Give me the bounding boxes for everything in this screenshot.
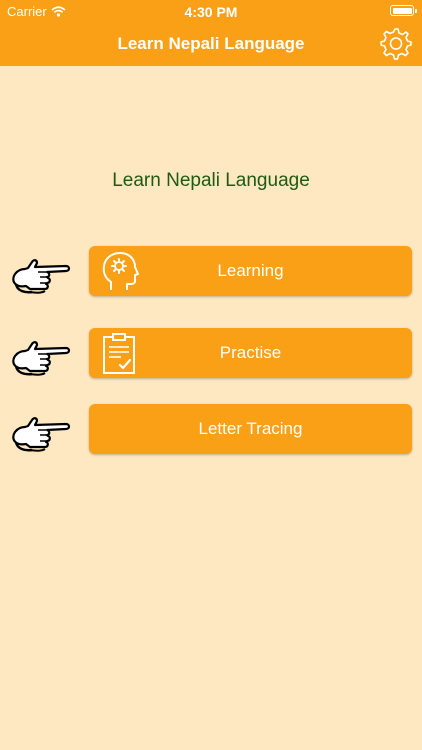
pointing-hand-icon [12,416,71,452]
status-bar: Carrier 4:30 PM [0,0,422,22]
learning-label: Learning [217,261,284,280]
page-heading: Learn Nepali Language [112,170,310,191]
battery-icon [390,5,417,16]
practise-label: Practise [219,343,282,362]
pointing-hand-icon [12,340,71,376]
menu-row-learning: Learning [0,246,422,298]
status-time: 4:30 PM [184,4,238,20]
menu-row-practise: Practise [0,328,422,380]
clipboard-check-icon [103,333,135,374]
letter-tracing-button[interactable]: Letter Tracing [89,404,412,454]
nav-title: Learn Nepali Language [117,34,305,53]
letter-tracing-label: Letter Tracing [198,419,303,438]
settings-gear-icon[interactable] [378,26,412,60]
pointing-hand-icon [12,258,71,294]
top-bar: Carrier 4:30 PM Learn Nepali Language [0,0,422,66]
practise-button[interactable]: Practise [89,328,412,378]
learning-button[interactable]: Learning [89,246,412,296]
menu-row-letter-tracing: Letter Tracing [0,404,422,456]
head-gear-icon [102,252,139,290]
